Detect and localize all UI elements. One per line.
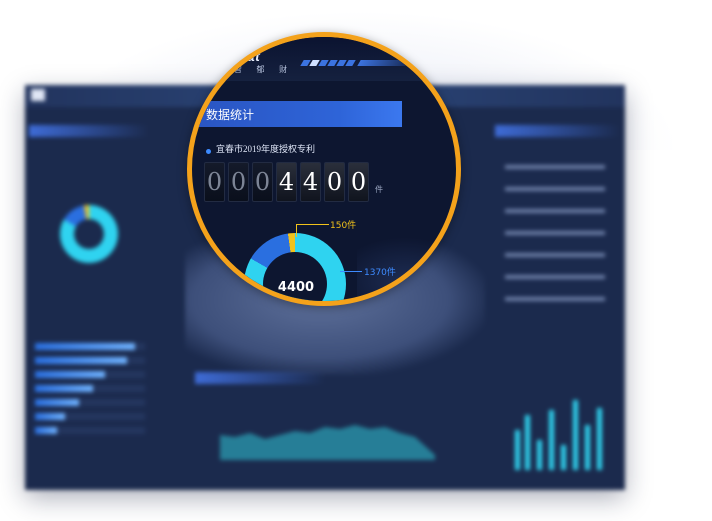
hbar [35, 343, 135, 350]
section-header-title: 数据统计 [206, 108, 255, 122]
center-panel-header [195, 372, 325, 384]
magnified-content: oPat 智 郁 财 数据统计 宜春市2019年度授权专利 0004400 件 … [192, 37, 456, 301]
counter-digit: 4 [300, 162, 321, 202]
right-list-item [505, 165, 605, 169]
hbar [35, 371, 105, 378]
counter-digit: 0 [348, 162, 369, 202]
counter-digit: 0 [228, 162, 249, 202]
counter-digit: 4 [276, 162, 297, 202]
blurred-bar [585, 425, 590, 470]
blurred-bar [573, 400, 578, 470]
digit-counter: 0004400 [204, 162, 372, 202]
hbar [35, 385, 93, 392]
left-panel-header [29, 125, 149, 137]
right-list-item [505, 297, 605, 301]
hbar [35, 427, 57, 434]
section-header: 数据统计 [192, 101, 402, 127]
counter-unit: 件 [375, 185, 383, 194]
hbar [35, 357, 127, 364]
blurred-donut-chart [60, 205, 118, 263]
blurred-bar [561, 445, 566, 470]
counter-digit: 0 [324, 162, 345, 202]
bullet-dot-icon [206, 149, 211, 154]
right-list-item [505, 253, 605, 257]
blurred-bar [537, 440, 542, 470]
annotation-label: 1370件 [364, 268, 396, 278]
hbar [35, 399, 79, 406]
annotation-leader-line [340, 271, 362, 272]
blurred-bar [597, 408, 602, 470]
header-stripes-decoration [300, 51, 422, 66]
dashboard-logo-icon [31, 89, 45, 101]
right-list-item [505, 187, 605, 191]
blurred-bar [549, 410, 554, 470]
blurred-area-chart [220, 425, 435, 460]
annotation-leader-line [296, 224, 329, 237]
counter-digit: 0 [252, 162, 273, 202]
stat-subtitle: 宜春市2019年度授权专利 [216, 144, 316, 154]
magnifier-lens: oPat 智 郁 财 数据统计 宜春市2019年度授权专利 0004400 件 … [187, 32, 461, 306]
brand-subtitle: 智 郁 财 [234, 65, 294, 74]
annotation-label: 150件 [330, 221, 357, 231]
right-list-item [505, 275, 605, 279]
donut-total-label: 4400 [277, 280, 315, 295]
right-panel-header [495, 125, 620, 137]
brand-title: oPat [228, 48, 261, 64]
counter-digit: 0 [204, 162, 225, 202]
blurred-bar [525, 415, 530, 470]
right-list-item [505, 209, 605, 213]
right-list-item [505, 231, 605, 235]
hbar [35, 413, 65, 420]
blurred-bar [515, 430, 520, 470]
